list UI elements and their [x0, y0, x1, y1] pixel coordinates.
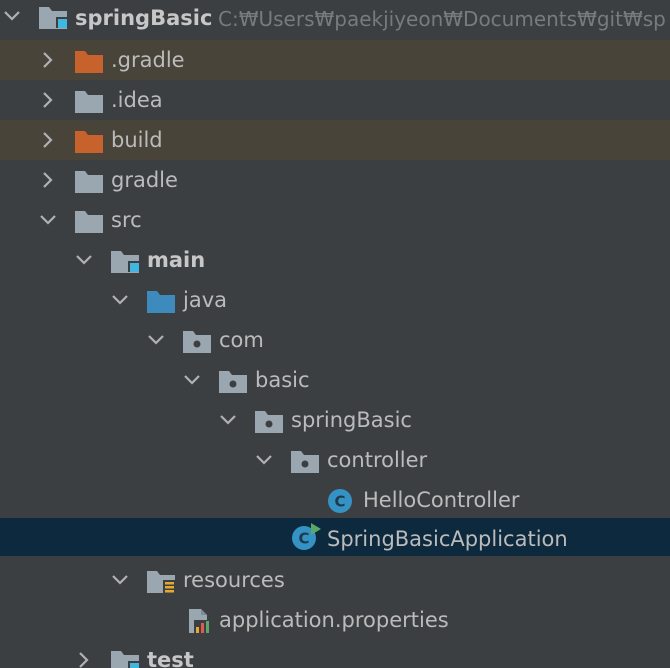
tree-label: main	[147, 248, 206, 272]
tree-row-gradle[interactable]: gradle	[0, 160, 670, 200]
source-folder-icon	[146, 288, 176, 314]
project-name: springBasic	[75, 6, 213, 30]
tree-label: controller	[327, 448, 428, 472]
tree-label: gradle	[111, 168, 178, 192]
package-icon	[254, 408, 284, 434]
chevron-right-icon[interactable]	[38, 90, 58, 110]
module-folder-icon	[38, 4, 68, 30]
tree-label: com	[219, 328, 264, 352]
tree-label: .gradle	[111, 48, 185, 72]
tree-row-idea[interactable]: .idea	[0, 80, 670, 120]
chevron-down-icon[interactable]	[182, 370, 202, 390]
chevron-down-icon[interactable]	[218, 410, 238, 430]
tree-row-controller[interactable]: controller	[0, 440, 670, 480]
tree-row-build[interactable]: build	[0, 120, 670, 160]
tree-row-application-properties[interactable]: application.properties	[0, 600, 670, 640]
tree-label: build	[111, 128, 163, 152]
tree-label: src	[111, 208, 142, 232]
tree-row-hellocontroller[interactable]: C HelloController	[0, 480, 670, 520]
folder-icon	[74, 208, 104, 234]
chevron-down-icon[interactable]	[38, 210, 58, 230]
chevron-down-icon[interactable]	[110, 570, 130, 590]
package-icon	[218, 368, 248, 394]
svg-text:C: C	[298, 530, 309, 548]
tree-label: test	[147, 648, 194, 668]
chevron-right-icon[interactable]	[38, 170, 58, 190]
package-icon	[182, 328, 212, 354]
tree-label: resources	[183, 568, 285, 592]
project-tree: springBasic C:₩Users₩paekjiyeon₩Document…	[0, 0, 670, 668]
chevron-down-icon[interactable]	[110, 290, 130, 310]
tree-label: HelloController	[363, 488, 520, 512]
java-class-icon: C	[326, 488, 356, 514]
tree-label: springBasic	[291, 408, 412, 432]
chevron-down-icon[interactable]	[74, 250, 94, 270]
resources-folder-icon	[146, 568, 176, 594]
chevron-down-icon[interactable]	[146, 330, 166, 350]
excluded-folder-icon	[74, 128, 104, 154]
runnable-class-icon: C	[290, 521, 322, 551]
tree-row-basic[interactable]: basic	[0, 360, 670, 400]
properties-file-icon	[184, 608, 214, 634]
tree-label: basic	[255, 368, 310, 392]
tree-row-resources[interactable]: resources	[0, 560, 670, 600]
tree-row-springbasic-package[interactable]: springBasic	[0, 400, 670, 440]
folder-icon	[74, 168, 104, 194]
tree-label: .idea	[111, 88, 163, 112]
package-icon	[290, 448, 320, 474]
tree-label: application.properties	[219, 608, 449, 632]
tree-row-springbasic-root[interactable]: springBasic C:₩Users₩paekjiyeon₩Document…	[0, 0, 670, 36]
folder-icon	[74, 88, 104, 114]
tree-row-springbasicapplication[interactable]: C SpringBasicApplication	[0, 518, 670, 556]
module-folder-icon	[110, 648, 140, 668]
chevron-right-icon[interactable]	[38, 50, 58, 70]
tree-label: SpringBasicApplication	[327, 527, 568, 551]
chevron-down-icon[interactable]	[254, 450, 274, 470]
tree-label: java	[183, 288, 227, 312]
excluded-folder-icon	[74, 48, 104, 74]
project-path: C:₩Users₩paekjiyeon₩Documents₩git₩sp	[218, 7, 666, 31]
tree-row-main[interactable]: main	[0, 240, 670, 280]
module-folder-icon	[110, 248, 140, 274]
chevron-down-icon[interactable]	[2, 6, 22, 26]
tree-row-java[interactable]: java	[0, 280, 670, 320]
tree-row-test[interactable]: test	[0, 640, 670, 668]
tree-row-src[interactable]: src	[0, 200, 670, 240]
chevron-right-icon[interactable]	[74, 650, 94, 668]
chevron-right-icon[interactable]	[38, 130, 58, 150]
svg-text:C: C	[334, 493, 345, 511]
tree-row-gradle-hidden[interactable]: .gradle	[0, 40, 670, 80]
tree-row-com[interactable]: com	[0, 320, 670, 360]
